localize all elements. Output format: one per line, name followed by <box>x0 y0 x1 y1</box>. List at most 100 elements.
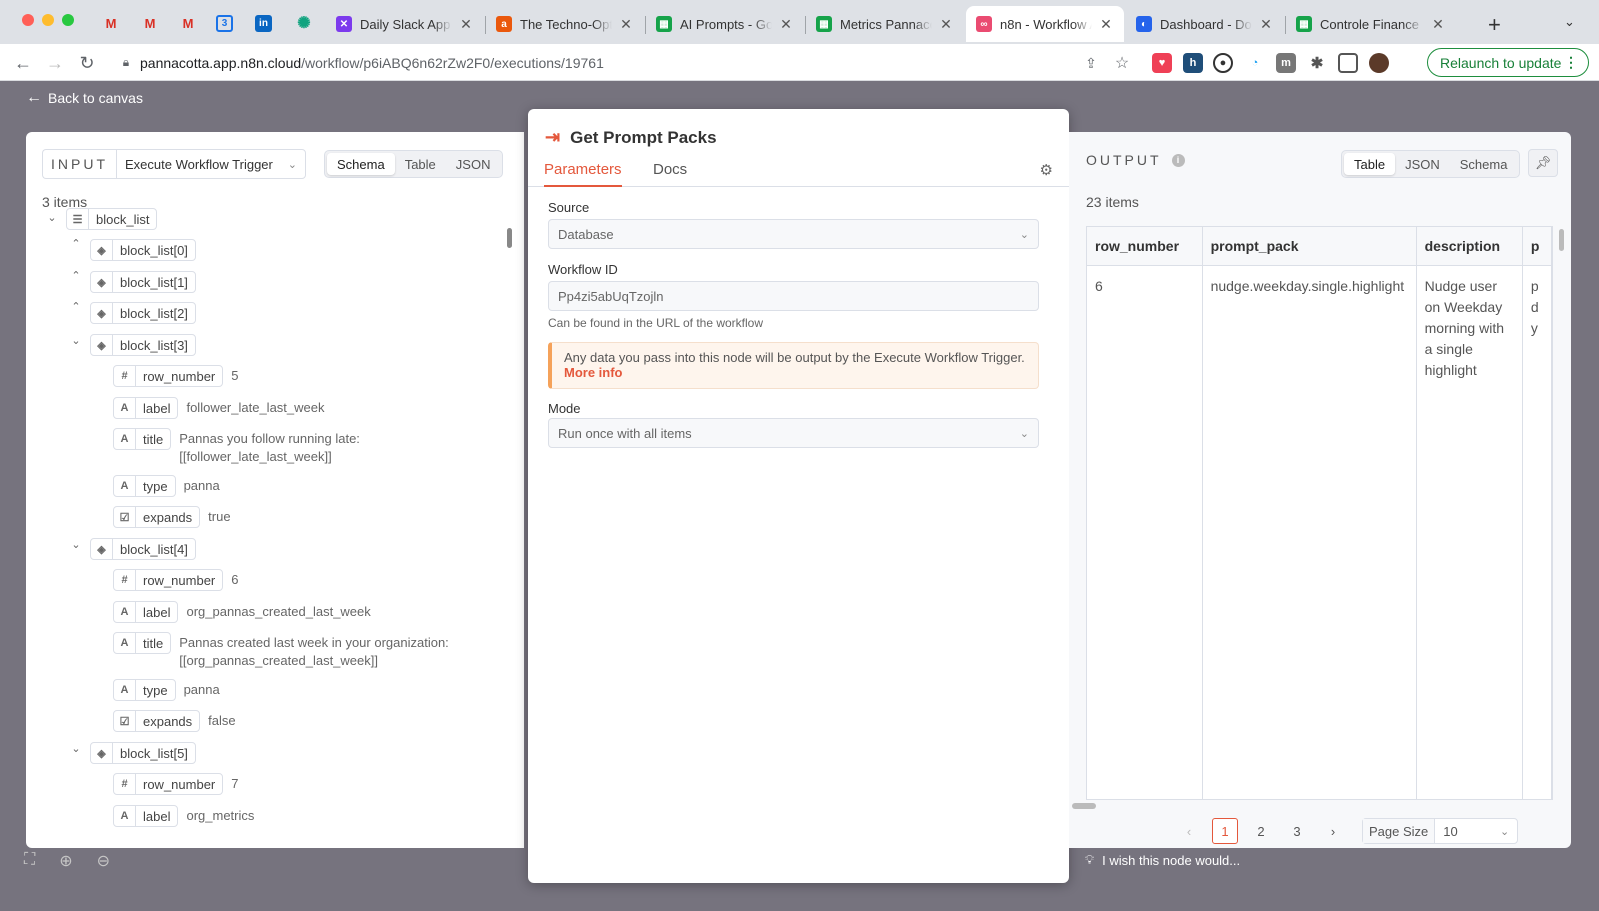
close-tab-icon[interactable]: ✕ <box>618 16 634 33</box>
linkedin-icon[interactable]: in <box>255 15 272 32</box>
workflow-id-label: Workflow ID <box>548 262 618 277</box>
mode-select[interactable]: Run once with all items ⌄ <box>548 418 1039 448</box>
input-view-json[interactable]: JSON <box>446 153 501 175</box>
output-vertical-scrollbar[interactable] <box>1559 229 1564 251</box>
extension-icon[interactable]: ● <box>1213 53 1233 73</box>
column-header[interactable]: prompt_pack <box>1202 227 1417 266</box>
zoom-in-icon[interactable]: ⊕ <box>59 851 72 871</box>
close-window-button[interactable] <box>22 14 34 26</box>
tree-row-block-2[interactable]: ⌃ ◈ block_list[2] <box>66 300 196 324</box>
close-tab-icon[interactable]: ✕ <box>1098 16 1114 33</box>
prev-page-icon[interactable]: ‹ <box>1176 818 1202 844</box>
tree-key: block_list[4] <box>120 541 188 557</box>
forward-arrow-icon[interactable]: → <box>42 50 68 76</box>
close-tab-icon[interactable]: ✕ <box>458 16 474 33</box>
column-header[interactable]: description <box>1416 227 1523 266</box>
chevron-down-icon[interactable]: ⌄ <box>70 742 82 755</box>
tab-search-chevron-icon[interactable]: ⌄ <box>1564 14 1575 30</box>
page-button[interactable]: 3 <box>1284 818 1310 844</box>
browser-tab-3[interactable]: ▦ Metrics Pannaco ✕ <box>806 6 964 42</box>
back-to-canvas-link[interactable]: ← Back to canvas <box>26 89 143 107</box>
next-page-icon[interactable]: › <box>1320 818 1346 844</box>
chevron-up-icon[interactable]: ⌃ <box>70 300 82 313</box>
close-tab-icon[interactable]: ✕ <box>778 16 794 33</box>
output-view-schema[interactable]: Schema <box>1450 153 1518 175</box>
browser-tab-0[interactable]: ✕ Daily Slack App / ✕ <box>326 6 484 42</box>
zoom-out-icon[interactable]: ⊖ <box>97 851 110 871</box>
table-cell[interactable]: 6 <box>1087 265 1203 799</box>
chevron-up-icon[interactable]: ⌃ <box>70 237 82 250</box>
relaunch-to-update-button[interactable]: Relaunch to update ⋮ <box>1427 48 1589 77</box>
gmail-icon[interactable]: M <box>177 12 199 34</box>
gmail-icon[interactable]: M <box>139 12 161 34</box>
fit-view-icon[interactable]: ⛶ <box>24 851 35 871</box>
input-view-table[interactable]: Table <box>395 153 446 175</box>
calendar-icon[interactable]: 3 <box>216 15 233 32</box>
chevron-down-icon[interactable]: ⌄ <box>70 334 82 347</box>
output-view-json[interactable]: JSON <box>1395 153 1450 175</box>
notice-text: Any data you pass into this node will be… <box>564 350 1025 365</box>
page-size-select[interactable]: Page Size 10 ⌄ <box>1362 818 1519 844</box>
tab-docs[interactable]: Docs <box>653 161 687 187</box>
column-header[interactable]: row_number <box>1087 227 1203 266</box>
extension-icon[interactable]: h <box>1183 53 1203 73</box>
table-cell[interactable]: Nudge user on Weekday morning with a sin… <box>1416 265 1523 799</box>
page-button[interactable]: 2 <box>1248 818 1274 844</box>
address-bar[interactable]: 🔒︎ pannacotta.app.n8n.cloud/workflow/p6i… <box>112 48 1142 77</box>
share-icon[interactable]: ⇪ <box>1078 50 1104 76</box>
info-icon[interactable]: i <box>1171 153 1185 167</box>
browser-tab-1[interactable]: a The Techno-Opti ✕ <box>486 6 644 42</box>
feedback-link[interactable]: 💡︎ I wish this node would... <box>1085 852 1240 868</box>
browser-tab-6[interactable]: ▦ Controle Finance ✕ <box>1286 6 1456 42</box>
more-info-link[interactable]: More info <box>564 365 623 380</box>
input-view-schema[interactable]: Schema <box>327 153 395 175</box>
tree-row-block-4[interactable]: ⌄ ◈ block_list[4] <box>66 538 196 560</box>
tree-row-block-1[interactable]: ⌃ ◈ block_list[1] <box>66 269 196 293</box>
browser-tab-5[interactable]: ◐ Dashboard - Doc ✕ <box>1126 6 1284 42</box>
bookmark-star-icon[interactable]: ☆ <box>1109 50 1135 76</box>
new-tab-button[interactable]: + <box>1488 12 1501 38</box>
tree-row-block-3[interactable]: ⌄ ◈ block_list[3] <box>66 334 196 356</box>
browser-tab-2[interactable]: ▦ AI Prompts - Goo ✕ <box>646 6 804 42</box>
pocket-extension-icon[interactable]: ♥ <box>1152 53 1172 73</box>
tab-parameters[interactable]: Parameters <box>544 161 622 187</box>
browser-tab-4[interactable]: ∞ n8n - Workflow A ✕ <box>966 6 1124 42</box>
source-select[interactable]: Database ⌄ <box>548 219 1039 249</box>
node-title[interactable]: Get Prompt Packs <box>570 128 716 148</box>
table-cell[interactable]: nudge.weekday.single.highlight <box>1202 265 1417 799</box>
back-arrow-icon[interactable]: ← <box>10 50 36 76</box>
profile-avatar[interactable] <box>1369 53 1389 73</box>
tree-row-root[interactable]: ⌄ ☰ block_list <box>42 208 158 230</box>
more-menu-icon[interactable]: ⋮ <box>1564 54 1578 71</box>
page-button[interactable]: 1 <box>1212 818 1238 844</box>
input-scrollbar[interactable] <box>507 228 512 248</box>
tree-row-block-0[interactable]: ⌃ ◈ block_list[0] <box>66 237 196 261</box>
close-tab-icon[interactable]: ✕ <box>1430 16 1446 33</box>
workflow-id-input[interactable]: Pp4zi5abUqTzojln <box>548 281 1039 311</box>
extension-icon[interactable]: m <box>1276 53 1296 73</box>
tree-row-block-5[interactable]: ⌄ ◈ block_list[5] <box>66 742 196 764</box>
input-node-select[interactable]: Execute Workflow Trigger ⌄ <box>116 149 306 179</box>
chevron-down-icon[interactable]: ⌄ <box>46 211 58 224</box>
output-view-table[interactable]: Table <box>1344 153 1396 175</box>
column-header[interactable]: p <box>1522 227 1552 266</box>
tree-key: row_number <box>143 368 216 384</box>
output-horizontal-scrollbar[interactable] <box>1072 803 1096 809</box>
extension-icon[interactable]: ◔ <box>1245 53 1265 73</box>
puzzle-extensions-icon[interactable]: ✱ <box>1307 53 1327 73</box>
maximize-window-button[interactable] <box>62 14 74 26</box>
reload-icon[interactable]: ↻ <box>74 50 100 76</box>
number-hash-icon: # <box>114 366 136 386</box>
close-tab-icon[interactable]: ✕ <box>1258 16 1274 33</box>
chevron-up-icon[interactable]: ⌃ <box>70 269 82 282</box>
side-panel-icon[interactable] <box>1338 53 1358 73</box>
gear-icon[interactable]: ⚙ <box>1040 161 1053 179</box>
table-cell[interactable]: p d y <box>1522 265 1552 799</box>
pin-icon[interactable]: 📌︎ <box>1528 149 1558 177</box>
chevron-down-icon[interactable]: ⌄ <box>70 538 82 551</box>
arrow-left-icon: ← <box>26 89 42 106</box>
chatgpt-icon[interactable]: ✺ <box>293 12 315 34</box>
close-tab-icon[interactable]: ✕ <box>938 16 954 33</box>
minimize-window-button[interactable] <box>42 14 54 26</box>
gmail-icon[interactable]: M <box>100 12 122 34</box>
